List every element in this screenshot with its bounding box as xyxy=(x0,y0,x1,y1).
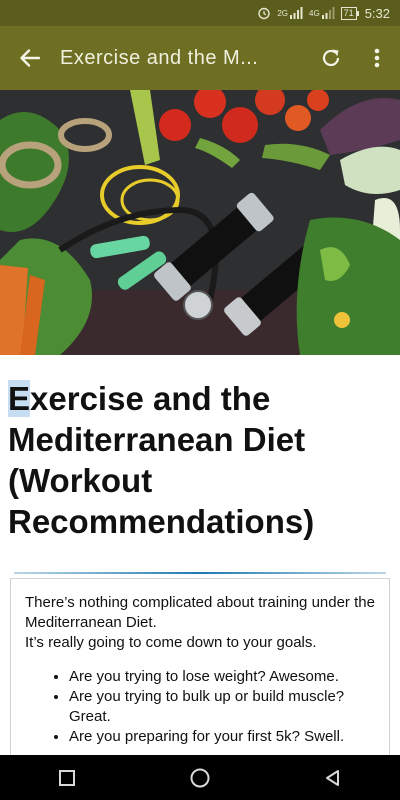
more-options-button[interactable] xyxy=(354,26,400,90)
back-button[interactable] xyxy=(0,26,60,90)
list-item: Are you trying to lose weight? Awesome. xyxy=(69,667,375,687)
circle-icon xyxy=(190,768,210,787)
signal-icon: 4G xyxy=(309,7,335,19)
intro-paragraph: There’s nothing complicated about traini… xyxy=(25,594,375,631)
triangle-icon xyxy=(326,769,340,786)
signal-label: 4G xyxy=(309,8,320,18)
title-divider xyxy=(14,572,386,574)
hero-image xyxy=(0,90,400,355)
refresh-icon xyxy=(322,49,340,67)
status-bar: 2G 4G 71 5:32 xyxy=(0,0,400,26)
article-title: Exercise and the Mediterranean Diet (Wor… xyxy=(8,378,388,542)
home-button[interactable] xyxy=(170,755,230,800)
title-first-letter: E xyxy=(8,380,31,417)
refresh-button[interactable] xyxy=(308,26,354,90)
article-content: There’s nothing complicated about traini… xyxy=(10,578,390,768)
signal-label: 2G xyxy=(277,8,288,18)
nav-back-button[interactable] xyxy=(303,755,363,800)
intro-paragraph: It’s really going to come down to your g… xyxy=(25,634,317,651)
signal-icon: 2G xyxy=(277,7,303,19)
list-item: Are you preparing for your first 5k? Swe… xyxy=(69,727,375,747)
app-bar: Exercise and the M... xyxy=(0,26,400,90)
recents-button[interactable] xyxy=(37,755,97,800)
more-vert-icon xyxy=(374,48,380,68)
goal-list: Are you trying to lose weight? Awesome. … xyxy=(25,667,375,747)
hero-photo-icon xyxy=(0,90,400,355)
battery-icon: 71 xyxy=(340,6,359,20)
list-item: Are you trying to bulk up or build muscl… xyxy=(69,687,375,727)
arrow-left-icon xyxy=(20,49,41,67)
system-nav-bar xyxy=(0,755,400,800)
alarm-icon xyxy=(257,6,271,20)
square-icon xyxy=(58,769,75,786)
battery-level: 71 xyxy=(340,6,357,20)
title-rest: xercise and the Mediterranean Diet (Work… xyxy=(8,380,315,540)
app-bar-title: Exercise and the M... xyxy=(60,46,259,69)
status-time: 5:32 xyxy=(364,5,390,21)
